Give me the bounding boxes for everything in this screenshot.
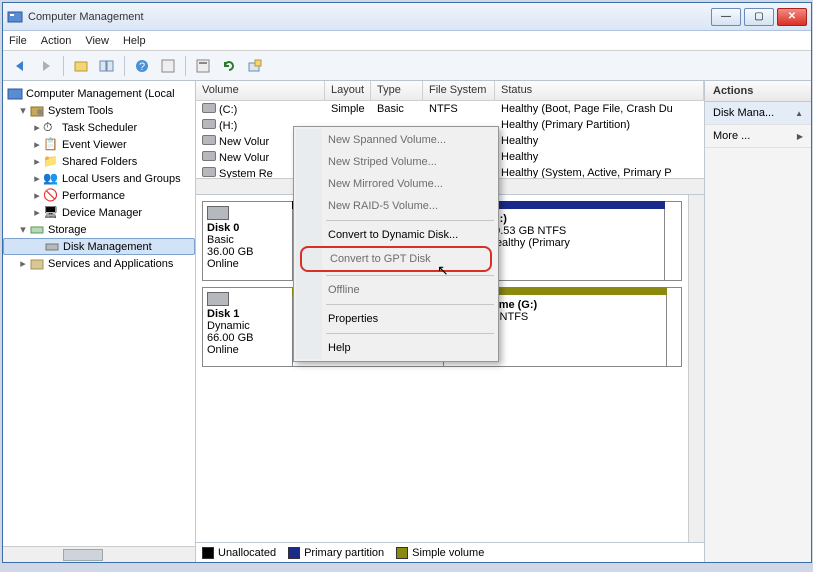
tree-item-icon: 🚫 [43,188,59,204]
titlebar: Computer Management — ▢ ✕ [3,3,811,31]
close-button[interactable]: ✕ [777,8,807,26]
actions-header: Actions [705,81,811,102]
actions-disk-mgmt[interactable]: Disk Mana... ▲ [705,102,811,125]
col-fs[interactable]: File System [423,81,495,100]
tree-item-icon: 📁 [43,154,59,170]
legend: Unallocated Primary partition Simple volum… [196,542,704,562]
partition[interactable]: (H:)19.53 GB NTFSHealthy (Primary [481,201,665,281]
forward-button[interactable] [35,55,57,77]
tree-item-icon: ⏱ [43,120,59,136]
collapse-icon[interactable]: ▾ [17,223,29,236]
collapse-icon: ▲ [795,109,803,118]
disk-icon [207,206,229,220]
disk0-label: Disk 0 Basic 36.00 GB Online [203,202,293,280]
ctx-highlight: Convert to GPT Disk [300,246,492,272]
menu-view[interactable]: View [85,35,109,47]
ctx-item: New Striped Volume... [296,151,496,173]
volume-icon [202,135,216,145]
tree-scrollbar[interactable] [3,546,195,562]
properties1-button[interactable] [157,55,179,77]
properties2-button[interactable] [192,55,214,77]
menu-action[interactable]: Action [41,35,72,47]
context-menu: New Spanned Volume...New Striped Volume.… [293,126,499,362]
collapse-icon[interactable]: ▾ [17,104,29,117]
volume-icon [202,119,216,129]
tree-services[interactable]: ▸ Services and Applications [3,255,195,272]
disk-icon [207,292,229,306]
expand-icon[interactable]: ▸ [31,121,43,134]
expand-icon[interactable]: ▸ [31,189,43,202]
help-button[interactable]: ? [131,55,153,77]
actions-pane: Actions Disk Mana... ▲ More ... ▶ [705,81,811,562]
menu-help[interactable]: Help [123,35,146,47]
cursor-icon: ↖ [437,262,449,279]
tree-item-icon: 🖥 [43,205,59,221]
ctx-item[interactable]: Convert to Dynamic Disk... [296,224,496,246]
tree-disk-management[interactable]: Disk Management [3,238,195,255]
tree-root[interactable]: Computer Management (Local [3,85,195,102]
toolbar: ? [3,51,811,81]
refresh-button[interactable] [218,55,240,77]
actions-more[interactable]: More ... ▶ [705,125,811,148]
expand-icon[interactable]: ▸ [17,257,29,270]
expand-icon[interactable]: ▸ [31,155,43,168]
expand-icon[interactable]: ▸ [31,138,43,151]
expand-icon[interactable]: ▸ [31,172,43,185]
menu-file[interactable]: File [9,35,27,47]
ctx-item: Convert to GPT Disk [302,248,490,270]
minimize-button[interactable]: — [711,8,741,26]
tree-item[interactable]: ▸⏱Task Scheduler [3,119,195,136]
showhide-button[interactable] [96,55,118,77]
ctx-item: New RAID-5 Volume... [296,195,496,217]
legend-label: Primary partition [304,547,384,559]
col-layout[interactable]: Layout [325,81,371,100]
volume-icon [202,103,216,113]
ctx-item: New Spanned Volume... [296,129,496,151]
col-volume[interactable]: Volume [196,81,325,100]
legend-swatch [396,547,408,559]
svg-text:?: ? [139,61,145,73]
submenu-icon: ▶ [797,132,803,141]
legend-swatch [202,547,214,559]
tree-item[interactable]: ▸🚫Performance [3,187,195,204]
disk-scrollbar[interactable] [688,195,704,542]
tree-item[interactable]: ▸👥Local Users and Groups [3,170,195,187]
export-button[interactable] [244,55,266,77]
col-type[interactable]: Type [371,81,423,100]
volume-header: Volume Layout Type File System Status [196,81,704,101]
tree-item[interactable]: ▸📁Shared Folders [3,153,195,170]
disk1-label: Disk 1 Dynamic 66.00 GB Online [203,288,293,366]
ctx-item[interactable]: Help [296,337,496,359]
col-status[interactable]: Status [495,81,704,100]
ctx-item[interactable]: Properties [296,308,496,330]
tree-pane: Computer Management (Local ▾ System Tool… [3,81,196,562]
tree-storage[interactable]: ▾ Storage [3,221,195,238]
window-title: Computer Management [28,11,711,23]
ctx-item: Offline [296,279,496,301]
tree-item-icon: 📋 [43,137,59,153]
tree-item[interactable]: ▸📋Event Viewer [3,136,195,153]
legend-swatch [288,547,300,559]
tree-system-tools[interactable]: ▾ System Tools [3,102,195,119]
maximize-button[interactable]: ▢ [744,8,774,26]
back-button[interactable] [9,55,31,77]
expand-icon[interactable]: ▸ [31,206,43,219]
legend-label: Unallocated [218,547,276,559]
tree-item-icon: 👥 [43,171,59,187]
menubar: File Action View Help [3,31,811,51]
volume-icon [202,151,216,161]
volume-icon [202,167,216,177]
up-button[interactable] [70,55,92,77]
tree-item[interactable]: ▸🖥Device Manager [3,204,195,221]
legend-label: Simple volume [412,547,484,559]
volume-row[interactable]: (C:)SimpleBasicNTFSHealthy (Boot, Page F… [196,101,704,117]
app-icon [7,9,23,25]
ctx-item: New Mirrored Volume... [296,173,496,195]
